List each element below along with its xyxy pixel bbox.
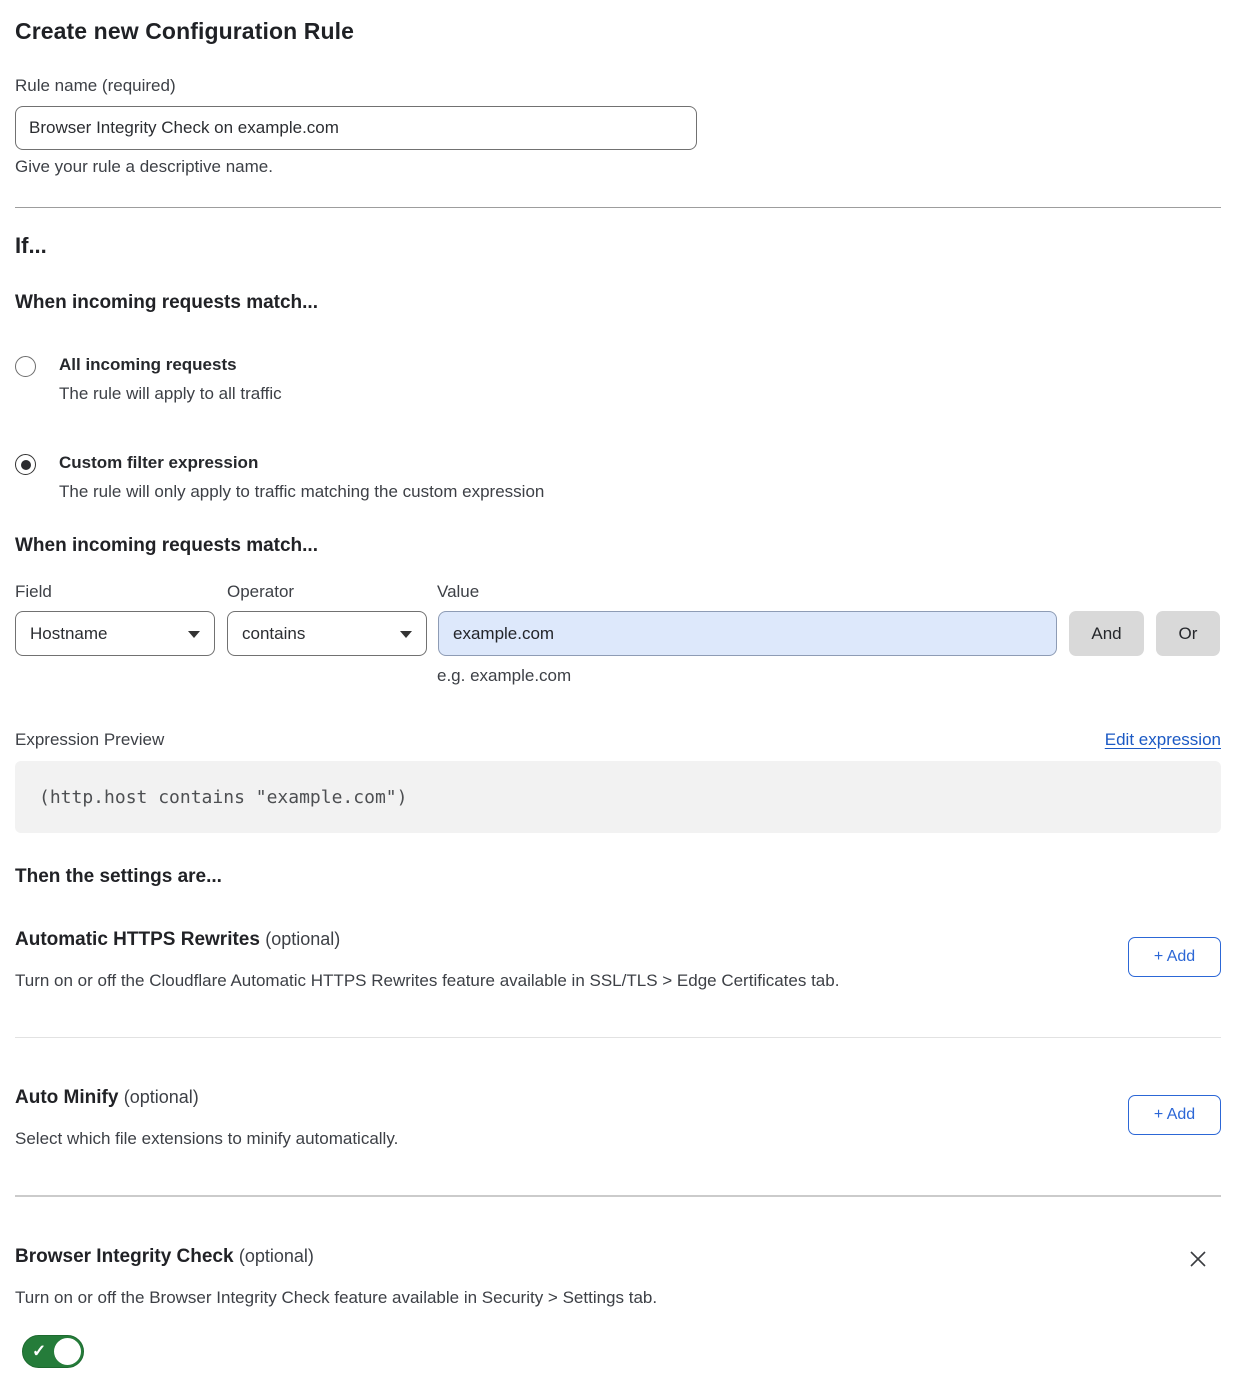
- field-selected-value: Hostname: [30, 624, 107, 644]
- value-input[interactable]: [438, 611, 1057, 656]
- radio-all-incoming-requests[interactable]: [15, 356, 36, 377]
- configuration-rule-form: Create new Configuration Rule Rule name …: [0, 18, 1237, 1373]
- radio-option-all-requests: All incoming requests The rule will appl…: [15, 355, 1221, 404]
- remove-browser-integrity-check-button[interactable]: [1187, 1248, 1209, 1270]
- rule-name-help: Give your rule a descriptive name.: [15, 157, 1221, 177]
- section-divider: [15, 207, 1221, 208]
- setting-automatic-https-rewrites: Automatic HTTPS Rewrites (optional) Turn…: [15, 929, 1221, 991]
- if-heading: If...: [15, 233, 1221, 259]
- setting-optional-text: (optional): [265, 929, 340, 949]
- checkmark-icon: ✓: [32, 1341, 46, 1361]
- match-heading: When incoming requests match...: [15, 292, 1221, 314]
- expression-builder-labels: Field Operator Value: [15, 582, 1221, 602]
- expression-preview-label: Expression Preview: [15, 730, 164, 750]
- radio-description: The rule will only apply to traffic matc…: [59, 482, 544, 502]
- operator-label: Operator: [227, 582, 437, 602]
- radio-custom-filter-expression[interactable]: [15, 454, 36, 475]
- expression-builder-heading: When incoming requests match...: [15, 535, 1221, 557]
- expression-builder-row: Hostname contains And Or: [15, 611, 1221, 656]
- radio-description: The rule will apply to all traffic: [59, 384, 282, 404]
- setting-description: Turn on or off the Cloudflare Automatic …: [15, 971, 839, 991]
- and-button[interactable]: And: [1069, 611, 1144, 656]
- chevron-down-icon: [400, 631, 412, 638]
- setting-title-text: Auto Minify: [15, 1087, 118, 1108]
- chevron-down-icon: [188, 631, 200, 638]
- or-button[interactable]: Or: [1156, 611, 1220, 656]
- close-icon: [1187, 1248, 1209, 1270]
- setting-auto-minify: Auto Minify (optional) Select which file…: [15, 1087, 1221, 1149]
- radio-label[interactable]: All incoming requests: [59, 355, 282, 375]
- setting-description: Turn on or off the Browser Integrity Che…: [15, 1288, 657, 1308]
- rule-name-input[interactable]: [15, 106, 697, 150]
- setting-description: Select which file extensions to minify a…: [15, 1129, 398, 1149]
- setting-title-text: Browser Integrity Check: [15, 1246, 234, 1267]
- rule-name-label: Rule name (required): [15, 76, 1221, 96]
- expression-preview-header: Expression Preview Edit expression: [15, 730, 1221, 750]
- then-settings-heading: Then the settings are...: [15, 866, 1221, 888]
- operator-selected-value: contains: [242, 624, 305, 644]
- radio-option-custom-filter: Custom filter expression The rule will o…: [15, 453, 1221, 502]
- toggle-knob: [54, 1338, 81, 1365]
- add-auto-minify-button[interactable]: + Add: [1128, 1095, 1221, 1135]
- add-automatic-https-rewrites-button[interactable]: + Add: [1128, 937, 1221, 977]
- setting-title: Browser Integrity Check (optional): [15, 1246, 657, 1268]
- value-hint: e.g. example.com: [437, 666, 1221, 686]
- setting-divider: [15, 1037, 1221, 1038]
- browser-integrity-check-toggle[interactable]: ✓: [22, 1335, 84, 1368]
- field-select[interactable]: Hostname: [15, 611, 215, 656]
- setting-title: Automatic HTTPS Rewrites (optional): [15, 929, 839, 951]
- setting-optional-text: (optional): [124, 1087, 199, 1107]
- radio-label[interactable]: Custom filter expression: [59, 453, 544, 473]
- page-title: Create new Configuration Rule: [15, 18, 1221, 45]
- setting-optional-text: (optional): [239, 1246, 314, 1266]
- value-label: Value: [437, 582, 479, 602]
- setting-title: Auto Minify (optional): [15, 1087, 398, 1109]
- operator-select[interactable]: contains: [227, 611, 427, 656]
- field-label: Field: [15, 582, 227, 602]
- setting-browser-integrity-check: Browser Integrity Check (optional) Turn …: [15, 1246, 1221, 1308]
- expression-preview-code: (http.host contains "example.com"): [15, 761, 1221, 833]
- setting-title-text: Automatic HTTPS Rewrites: [15, 929, 260, 950]
- expression-code-text: (http.host contains "example.com"): [39, 787, 407, 808]
- setting-divider: [15, 1195, 1221, 1197]
- edit-expression-link[interactable]: Edit expression: [1105, 730, 1221, 750]
